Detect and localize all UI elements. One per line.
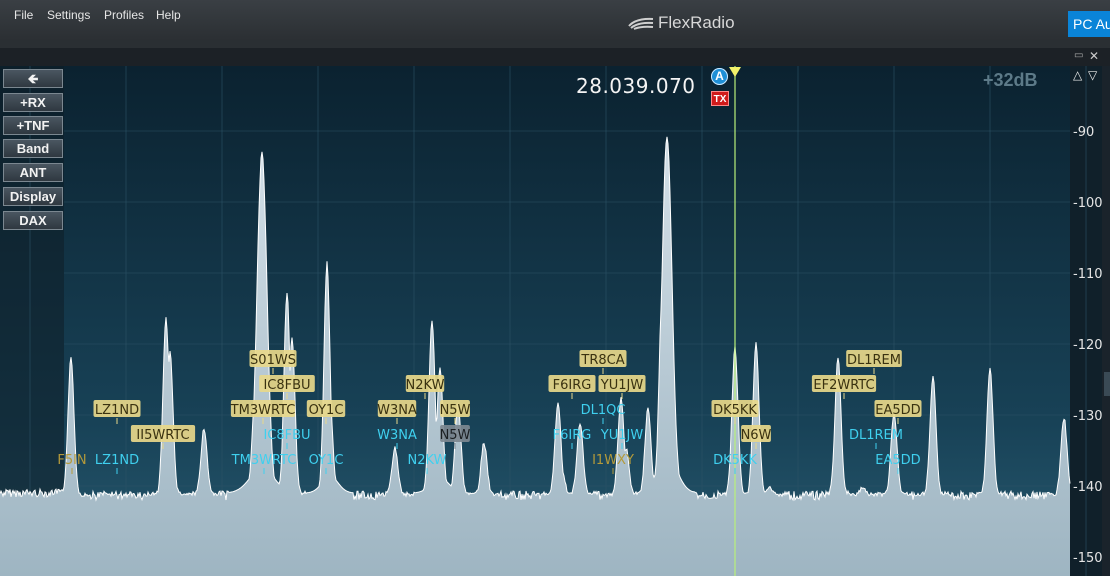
panadapter-display[interactable]: S01WS TR8CA DL1REM IC8FBU N2KW F6IRG YU1JW EF2W…	[0, 66, 1110, 576]
scrollbar[interactable]	[1102, 66, 1110, 576]
spot-callsign: TR8CA	[580, 353, 624, 368]
add-tnf-button[interactable]: +TNF	[3, 116, 63, 135]
spot-callsign: LZ1ND	[95, 453, 139, 468]
spot-callsign: F6IRG	[553, 378, 592, 393]
panadapter[interactable]: S01WS TR8CA DL1REM IC8FBU N2KW F6IRG YU1JW EF2W…	[0, 66, 1110, 576]
menu-file[interactable]: File	[14, 8, 33, 22]
gain-readout: +32dB	[983, 70, 1038, 90]
slice-a-badge[interactable]: A	[711, 68, 728, 85]
spot-callsign: S01WS	[250, 353, 296, 368]
toolbar-strip	[0, 40, 1110, 48]
db-scale-label: -110	[1073, 267, 1103, 282]
panadapter-title-bar: ▭ ✕	[0, 48, 1110, 67]
spot-callsign: II5WRTC	[136, 428, 189, 443]
spot-callsign: N5W	[440, 403, 471, 418]
spot-callsign: EA5DD	[875, 403, 920, 418]
spot-callsign: DK5KK	[713, 453, 757, 468]
menu-help[interactable]: Help	[156, 8, 181, 22]
spot-callsign: DK5KK	[713, 403, 757, 418]
band-button[interactable]: Band	[3, 139, 63, 158]
spot-callsign: IC8FBU	[263, 428, 310, 443]
menu-bar: File Settings Profiles Help FlexRadio PC…	[0, 0, 1110, 41]
menu-settings[interactable]: Settings	[47, 8, 90, 22]
back-arrow-icon: 🡸	[27, 71, 39, 86]
spot-callsign: N2KW	[406, 378, 445, 393]
spot-callsign: YU1JW	[600, 378, 644, 393]
db-scale-label: -120	[1073, 338, 1103, 353]
spot-callsign: N2KW	[408, 453, 447, 468]
spot-callsign: DL1REM	[847, 353, 901, 368]
spot-callsign: EA5DD	[875, 453, 920, 468]
menu-profiles[interactable]: Profiles	[104, 8, 144, 22]
dax-button[interactable]: DAX	[3, 211, 63, 230]
spot-callsign: TM3WRTC	[231, 453, 297, 468]
tx-badge[interactable]: TX	[711, 91, 729, 106]
db-up-icon[interactable]: △	[1073, 68, 1082, 82]
db-scale-label: -100	[1073, 196, 1103, 211]
spot-callsign: YU1JW	[600, 428, 644, 443]
brand-logo: FlexRadio	[628, 12, 735, 34]
spot-callsign: OY1C	[309, 403, 344, 418]
db-scale-label: -130	[1073, 409, 1103, 424]
scrollbar-grip[interactable]	[1104, 372, 1110, 396]
frequency-readout[interactable]: 28.039.070	[576, 74, 696, 98]
pc-audio-button[interactable]: PC Audio	[1068, 11, 1110, 37]
spot-callsign: F6IRG	[553, 428, 592, 443]
spot-callsign: EF2WRTC	[813, 378, 874, 393]
spot-callsign: DL1REM	[849, 428, 903, 443]
spot-callsign: W3NA	[377, 403, 417, 418]
display-button[interactable]: Display	[3, 187, 63, 206]
spot-callsign: OY1C	[309, 453, 344, 468]
restore-icon[interactable]: ▭	[1074, 50, 1083, 61]
spot-callsign: IC8FBU	[263, 378, 310, 393]
db-scale-label: -140	[1073, 480, 1103, 495]
db-down-icon[interactable]: ▽	[1088, 68, 1097, 82]
brand-name: FlexRadio	[658, 13, 735, 32]
spot-callsign: I1WXY	[592, 453, 634, 468]
spot-callsign: TM3WRTC	[230, 403, 296, 418]
spot-callsign: F5IN	[57, 453, 86, 468]
spot-callsign: LZ1ND	[95, 403, 139, 418]
spot-callsign: N6W	[741, 428, 772, 443]
spot-callsign: DL1QC	[581, 403, 626, 418]
ant-button[interactable]: ANT	[3, 163, 63, 182]
spot-callsign: N5W	[440, 428, 471, 443]
close-icon[interactable]: ✕	[1089, 49, 1099, 63]
flexradio-logo-icon	[628, 17, 654, 30]
collapse-button[interactable]: 🡸	[3, 69, 63, 88]
add-rx-button[interactable]: +RX	[3, 93, 63, 112]
spot-callsign: W3NA	[377, 428, 417, 443]
db-scale-label: -90	[1073, 125, 1094, 140]
db-scale-label: -150	[1073, 551, 1103, 566]
